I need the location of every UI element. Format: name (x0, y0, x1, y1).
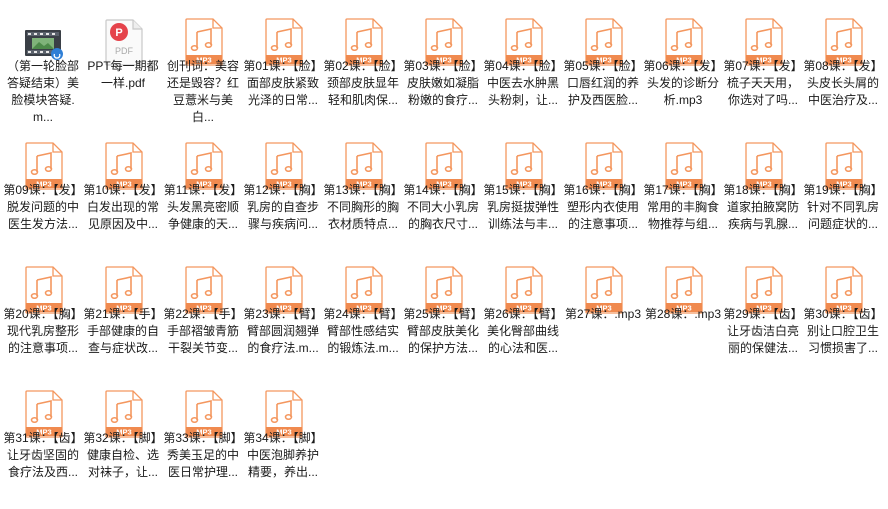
file-item[interactable]: MP3 第09课：【发】脱发问题的中医生发方法... (3, 130, 83, 254)
file-item[interactable]: MP3 第13课：【胸】不同胸形的胸衣材质特点... (323, 130, 403, 254)
file-item[interactable]: MP3 第27课：.mp3 (563, 254, 643, 378)
file-name-label: 第31课：【齿】让牙齿坚固的食疗法及西... (3, 431, 83, 479)
file-name-label: 第13课：【胸】不同胸形的胸衣材质特点... (323, 183, 403, 231)
file-item[interactable]: MP3 第24课：【臂】臂部性感结实的锻炼法.m... (323, 254, 403, 378)
file-name-label: 第33课：【脚】秀美玉足的中医日常护理... (163, 431, 243, 479)
file-name-label: 第20课：【胸】现代乳房整形的注意事项... (3, 307, 83, 355)
file-name-label: 第30课：【齿】别让口腔卫生习惯损害了... (803, 307, 883, 355)
file-item[interactable]: MP3 第02课：【脸】颈部皮肤显年轻和肌肉保... (323, 6, 403, 130)
file-name-label: 第24课：【臂】臂部性感结实的锻炼法.m... (323, 307, 403, 355)
file-name-label: 第25课：【臂】臂部皮肤美化的保护方法... (403, 307, 483, 355)
file-name-label: 第03课：【脸】皮肤嫩如凝脂粉嫩的食疗... (403, 59, 483, 107)
file-name-label: 第16课：【胸】塑形内衣使用的注意事项... (563, 183, 643, 231)
file-item[interactable]: MP3 第11课：【发】头发黑亮密顺争健康的天... (163, 130, 243, 254)
file-name-label: 创刊词：美容还是毁容？红豆薏米与美白... (166, 59, 239, 124)
file-item[interactable]: MP3 第23课：【臂】臂部圆润翘弹的食疗法.m... (243, 254, 323, 378)
file-name-label: 第28课：.mp3 (644, 307, 722, 321)
file-name-label: 第21课：【手】手部健康的自查与症状改... (83, 307, 163, 355)
file-item[interactable]: （第一轮脸部答疑结束）美脸模块答疑.m... (3, 6, 83, 130)
file-item[interactable]: MP3 第06课：【发】头发的诊断分析.mp3 (643, 6, 723, 130)
file-name-label: 第15课：【胸】乳房挺拔弹性训练法与丰... (483, 183, 563, 231)
file-item[interactable]: MP3 第01课：【脸】面部皮肤紧致光泽的日常... (243, 6, 323, 130)
file-item[interactable]: MP3 第30课：【齿】别让口腔卫生习惯损害了... (803, 254, 883, 378)
file-item[interactable]: MP3 第31课：【齿】让牙齿坚固的食疗法及西... (3, 378, 83, 502)
file-name-label: 第11课：【发】头发黑亮密顺争健康的天... (163, 183, 243, 231)
file-grid: （第一轮脸部答疑结束）美脸模块答疑.m... P PDF PPT每一期都一样.pdf M… (0, 0, 888, 509)
file-name-label: 第23课：【臂】臂部圆润翘弹的食疗法.m... (243, 307, 323, 355)
file-name-label: 第26课：【臂】美化臀部曲线的心法和医... (483, 307, 563, 355)
file-name-label: 第05课：【脸】口唇红润的养护及西医脸... (563, 59, 643, 107)
file-item[interactable]: MP3 第04课：【脸】中医去水肿黑头粉刺，让... (483, 6, 563, 130)
file-item[interactable]: P PDF PPT每一期都一样.pdf (83, 6, 163, 130)
svg-text:PDF: PDF (115, 46, 134, 56)
file-item[interactable]: MP3 第08课：【发】头皮长头屑的中医治疗及... (803, 6, 883, 130)
file-name-label: 第02课：【脸】颈部皮肤显年轻和肌肉保... (323, 59, 403, 107)
file-name-label: 第10课：【发】白发出现的常见原因及中... (83, 183, 163, 231)
file-item[interactable]: MP3 第20课：【胸】现代乳房整形的注意事项... (3, 254, 83, 378)
file-item[interactable]: MP3 第21课：【手】手部健康的自查与症状改... (83, 254, 163, 378)
file-name-label: 第22课：【手】手部褶皱青筋干裂关节变... (163, 307, 243, 355)
file-item[interactable]: MP3 第16课：【胸】塑形内衣使用的注意事项... (563, 130, 643, 254)
file-item[interactable]: MP3 第12课：【胸】乳房的自查步骤与疾病问... (243, 130, 323, 254)
svg-text:P: P (115, 27, 122, 39)
file-name-label: 第09课：【发】脱发问题的中医生发方法... (3, 183, 83, 231)
file-name-label: 第08课：【发】头皮长头屑的中医治疗及... (803, 59, 883, 107)
file-name-label: 第19课：【胸】针对不同乳房问题症状的... (803, 183, 883, 231)
file-name-label: 第17课：【胸】常用的丰胸食物推荐与组... (643, 183, 723, 231)
file-name-label: 第27课：.mp3 (564, 307, 642, 321)
file-name-label: 第18课：【胸】道家拍腋窝防疾病与乳腺... (723, 183, 803, 231)
file-item[interactable]: MP3 第14课：【胸】不同大小乳房的胸衣尺寸... (403, 130, 483, 254)
file-item[interactable]: MP3 第18课：【胸】道家拍腋窝防疾病与乳腺... (723, 130, 803, 254)
file-name-label: 第32课：【脚】健康自检、选对袜子，让... (83, 431, 163, 479)
file-item[interactable]: MP3 第22课：【手】手部褶皱青筋干裂关节变... (163, 254, 243, 378)
file-name-label: 第12课：【胸】乳房的自查步骤与疾病问... (243, 183, 323, 231)
file-item[interactable]: MP3 第32课：【脚】健康自检、选对袜子，让... (83, 378, 163, 502)
file-name-label: 第34课：【脚】中医泡脚养护精要，养出... (243, 431, 323, 479)
file-item[interactable]: MP3 第17课：【胸】常用的丰胸食物推荐与组... (643, 130, 723, 254)
file-item[interactable]: MP3 创刊词：美容还是毁容？红豆薏米与美白... (163, 6, 243, 130)
file-name-label: 第07课：【发】梳子天天用，你选对了吗... (723, 59, 803, 107)
file-item[interactable]: MP3 第29课：【齿】让牙齿洁白亮丽的保健法... (723, 254, 803, 378)
file-name-label: 第04课：【脸】中医去水肿黑头粉刺，让... (483, 59, 563, 107)
file-name-label: 第29课：【齿】让牙齿洁白亮丽的保健法... (723, 307, 803, 355)
file-item[interactable]: MP3 第28课：.mp3 (643, 254, 723, 378)
file-item[interactable]: MP3 第33课：【脚】秀美玉足的中医日常护理... (163, 378, 243, 502)
file-item[interactable]: MP3 第03课：【脸】皮肤嫩如凝脂粉嫩的食疗... (403, 6, 483, 130)
file-item[interactable]: MP3 第15课：【胸】乳房挺拔弹性训练法与丰... (483, 130, 563, 254)
file-item[interactable]: MP3 第07课：【发】梳子天天用，你选对了吗... (723, 6, 803, 130)
file-item[interactable]: MP3 第10课：【发】白发出现的常见原因及中... (83, 130, 163, 254)
file-name-label: 第14课：【胸】不同大小乳房的胸衣尺寸... (403, 183, 483, 231)
file-item[interactable]: MP3 第05课：【脸】口唇红润的养护及西医脸... (563, 6, 643, 130)
file-name-label: 第06课：【发】头发的诊断分析.mp3 (643, 59, 723, 107)
file-name-label: PPT每一期都一样.pdf (87, 59, 159, 90)
file-name-label: 第01课：【脸】面部皮肤紧致光泽的日常... (243, 59, 323, 107)
file-item[interactable]: MP3 第34课：【脚】中医泡脚养护精要，养出... (243, 378, 323, 502)
file-name-label: （第一轮脸部答疑结束）美脸模块答疑.m... (6, 59, 79, 124)
file-item[interactable]: MP3 第26课：【臂】美化臀部曲线的心法和医... (483, 254, 563, 378)
file-item[interactable]: MP3 第25课：【臂】臂部皮肤美化的保护方法... (403, 254, 483, 378)
file-item[interactable]: MP3 第19课：【胸】针对不同乳房问题症状的... (803, 130, 883, 254)
